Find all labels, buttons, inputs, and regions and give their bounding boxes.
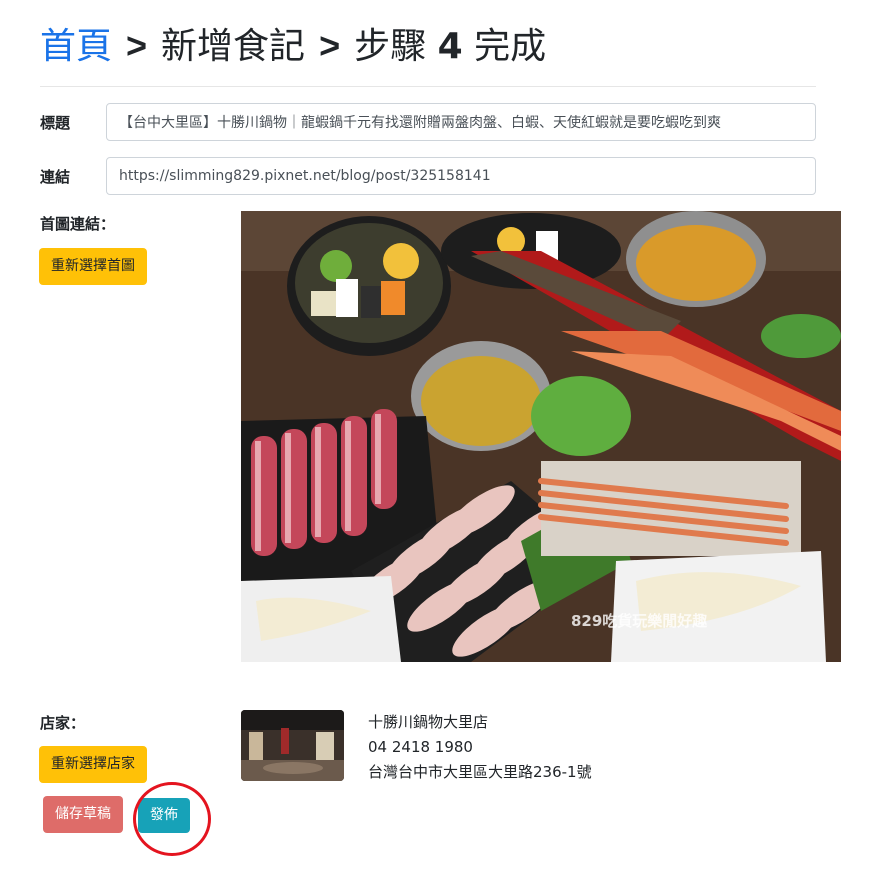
- store-info: 十勝川鍋物大里店 04 2418 1980 台灣台中市大里區大里路236-1號: [368, 710, 592, 785]
- store-address: 台灣台中市大里區大里路236-1號: [368, 763, 592, 781]
- title-label: 標題: [40, 114, 71, 132]
- store-name: 十勝川鍋物大里店: [368, 713, 489, 731]
- title-divider: [40, 86, 816, 87]
- save-draft-button[interactable]: 儲存草稿: [43, 796, 123, 833]
- cover-photo: 829吃貨玩樂閒好趣: [241, 211, 841, 662]
- breadcrumb-step-prefix: 步驟: [354, 26, 427, 67]
- breadcrumb-step-number: 4: [437, 26, 463, 67]
- cover-label: 首圖連結：: [40, 215, 116, 233]
- publish-button[interactable]: 發佈: [138, 798, 190, 833]
- store-thumbnail: [241, 710, 344, 781]
- reselect-store-button[interactable]: 重新選擇店家: [39, 746, 147, 783]
- breadcrumb-home-link[interactable]: 首頁: [40, 26, 112, 67]
- cover-watermark: 829吃貨玩樂閒好趣: [571, 612, 708, 630]
- breadcrumb-separator: >: [126, 25, 148, 66]
- store-phone: 04 2418 1980: [368, 738, 473, 756]
- breadcrumb-add-note: 新增食記: [161, 26, 306, 67]
- page-title: 首頁 > 新增食記 > 步驟 4 完成: [40, 22, 546, 71]
- store-label: 店家：: [40, 714, 86, 732]
- breadcrumb-step-suffix: 完成: [474, 26, 547, 67]
- link-input[interactable]: [106, 157, 816, 195]
- link-label: 連結: [40, 168, 71, 186]
- title-input[interactable]: [106, 103, 816, 141]
- reselect-cover-button[interactable]: 重新選擇首圖: [39, 248, 147, 285]
- breadcrumb-separator: >: [319, 25, 341, 66]
